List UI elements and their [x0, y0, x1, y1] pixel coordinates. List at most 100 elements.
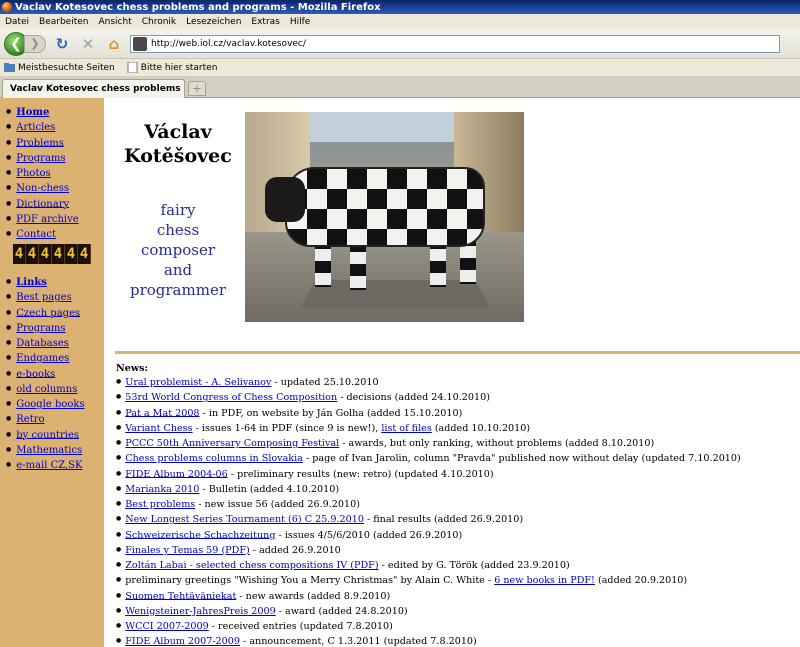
news-item: Variant Chess - issues 1-64 in PDF (sinc…: [116, 421, 800, 436]
news-item-text: - added 26.9.2010: [249, 544, 341, 556]
news-item-link[interactable]: FIDE Album 2004-06: [125, 468, 228, 479]
url-bar[interactable]: http://web.iol.cz/vaclav.kotesovec/: [130, 34, 780, 53]
news-item: preliminary greetings "Wishing You a Mer…: [116, 573, 800, 588]
new-tab-button[interactable]: +: [188, 81, 206, 96]
menu-bar: Datei Bearbeiten Ansicht Chronik Lesezei…: [0, 14, 800, 29]
bookmarks-toolbar: Meistbesuchte Seiten Bitte hier starten: [0, 59, 800, 76]
news-item-link[interactable]: 6 new books in PDF!: [494, 575, 595, 586]
photo-sky: [310, 112, 454, 142]
sidebar-link-contact[interactable]: Contact: [16, 229, 56, 240]
sidebar-item: Programs: [6, 151, 79, 166]
tab-active[interactable]: Vaclav Kotesovec chess problems an...: [2, 79, 185, 98]
sidebar-link-endgames[interactable]: Endgames: [16, 353, 69, 364]
news-item: Suomen Tehtäväniekat - new awards (added…: [116, 589, 800, 604]
site-icon: [133, 36, 147, 51]
news-item-text: - edited by G. Török (added 23.9.2010): [378, 559, 570, 571]
sidebar-item: Databases: [6, 336, 85, 351]
sidebar-link-by-countries[interactable]: by countries: [16, 429, 79, 440]
news-item-text: - new issue 56 (added 26.9.2010): [195, 498, 360, 510]
menu-lesezeichen[interactable]: Lesezeichen: [181, 17, 246, 27]
news-item-link[interactable]: Suomen Tehtäväniekat: [125, 590, 236, 601]
menu-ansicht[interactable]: Ansicht: [93, 17, 136, 27]
bookmark-folder-icon: [4, 63, 15, 72]
news-item-link[interactable]: Zoltán Labai - selected chess compositio…: [125, 560, 378, 571]
sidebar-link-home[interactable]: Home: [16, 107, 49, 118]
news-item-link[interactable]: Pat a Mat 2008: [125, 407, 199, 418]
sidebar-link-non-chess[interactable]: Non-chess: [16, 183, 69, 194]
news-item-text: - awards, but only ranking, without prob…: [339, 437, 655, 449]
news-item-link[interactable]: Chess problems columns in Slovakia: [125, 453, 303, 464]
news-item-link[interactable]: PCCC 50th Anniversary Composing Festival: [125, 438, 339, 449]
sidebar-link-old-columns[interactable]: old columns: [16, 384, 77, 395]
sidebar-item: old columns: [6, 382, 85, 397]
menu-hilfe[interactable]: Hilfe: [285, 17, 315, 27]
counter-digit: 4: [13, 244, 26, 264]
bookmark-most-visited[interactable]: Meistbesuchte Seiten: [4, 62, 115, 73]
news-item-link[interactable]: list of files: [381, 423, 431, 434]
news-item-link[interactable]: Schweizerische Schachzeitung: [125, 529, 275, 540]
sidebar-item: Endgames: [6, 351, 85, 366]
stop-button[interactable]: ✕: [78, 34, 98, 54]
news-item-text: - final results (added 26.9.2010): [363, 514, 524, 525]
sidebar-link-best-pages[interactable]: Best pages: [16, 292, 71, 303]
back-arrow-icon: ❮: [10, 35, 22, 52]
news-item-link[interactable]: Ural problemist - A. Selivanov: [125, 377, 271, 388]
news-item-text: - page of Ivan Jarolin, column "Pravda" …: [302, 453, 741, 464]
name-line-2: Kotěšovec: [124, 145, 232, 167]
sidebar-link-problems[interactable]: Problems: [16, 137, 64, 148]
sidebar-link-programs[interactable]: Programs: [16, 153, 65, 164]
sidebar-link-google-books[interactable]: Google books: [16, 399, 84, 410]
reload-button[interactable]: ↻: [52, 34, 72, 54]
sidebar-link-articles[interactable]: Articles: [16, 122, 55, 133]
plus-icon: +: [192, 82, 202, 95]
sidebar-link-pdf-archive[interactable]: PDF archive: [16, 214, 78, 225]
sidebar-link-czech-pages[interactable]: Czech pages: [16, 307, 80, 318]
sidebar-item: Non-chess: [6, 181, 79, 196]
menu-datei[interactable]: Datei: [0, 17, 34, 27]
news-item-text: - updated 25.10.2010: [271, 376, 379, 388]
news-item-text: - preliminary results (new: retro) (upda…: [227, 468, 494, 480]
news-item-link[interactable]: Best problems: [125, 499, 195, 510]
news-item-link[interactable]: Wenigsteiner-JahresPreis 2009: [125, 606, 275, 617]
visitor-counter: 444444: [13, 244, 91, 266]
counter-digit: 4: [39, 244, 52, 264]
sidebar-item: Home: [6, 105, 79, 120]
news-item: FIDE Album 2007-2009 - announcement, C 1…: [116, 634, 800, 647]
sidebar-link-links[interactable]: Links: [16, 277, 47, 288]
sidebar-link-retro[interactable]: Retro: [16, 414, 44, 425]
news-item-link[interactable]: Variant Chess: [125, 423, 192, 434]
news-item-text: (added 10.10.2010): [431, 422, 531, 434]
news-item-text: - award (added 24.8.2010): [275, 605, 408, 617]
news-item: Zoltán Labai - selected chess compositio…: [116, 558, 800, 573]
news-item: Marianka 2010 - Bulletin (added 4.10.201…: [116, 482, 800, 497]
sidebar-link-programs[interactable]: Programs: [16, 323, 65, 334]
bookmark-getting-started[interactable]: Bitte hier starten: [127, 62, 217, 73]
sidebar-link-dictionary[interactable]: Dictionary: [16, 198, 69, 209]
counter-digit: 4: [65, 244, 78, 264]
sidebar-link-e-mail-cz-sk[interactable]: e-mail CZ,SK: [16, 460, 82, 471]
menu-bearbeiten[interactable]: Bearbeiten: [34, 17, 93, 27]
sidebar-item: Programs: [6, 321, 85, 336]
forward-button[interactable]: ❯: [24, 34, 46, 53]
sidebar-link-photos[interactable]: Photos: [16, 168, 50, 179]
tagline-line: programmer: [129, 281, 226, 299]
tagline-line: fairy: [160, 201, 196, 219]
news-item-text: - decisions (added 24.10.2010): [337, 392, 490, 403]
news-item-link[interactable]: 53rd World Congress of Chess Composition: [125, 392, 337, 403]
bookmark-label: Meistbesuchte Seiten: [18, 62, 115, 73]
sidebar-link-mathematics[interactable]: Mathematics: [16, 445, 82, 456]
news-item-text: - Bulletin (added 4.10.2010): [199, 483, 340, 495]
tagline-line: composer: [140, 241, 216, 259]
news-item-link[interactable]: FIDE Album 2007-2009: [125, 636, 240, 647]
news-item-link[interactable]: Finales y Temas 59 (PDF): [125, 545, 249, 556]
sidebar-link-e-books[interactable]: e-books: [16, 368, 55, 379]
news-item-text: - issues 1-64 in PDF (since 9 is new!),: [192, 422, 382, 434]
sidebar-link-databases[interactable]: Databases: [16, 338, 69, 349]
home-button[interactable]: ⌂: [104, 34, 124, 54]
news-heading: News:: [116, 363, 149, 374]
menu-extras[interactable]: Extras: [246, 17, 284, 27]
news-item-link[interactable]: Marianka 2010: [125, 484, 199, 495]
news-item-link[interactable]: New Longest Series Tournament (6) C 25.9…: [125, 514, 364, 525]
news-item-link[interactable]: WCCI 2007-2009: [125, 621, 208, 632]
menu-chronik[interactable]: Chronik: [137, 17, 181, 27]
